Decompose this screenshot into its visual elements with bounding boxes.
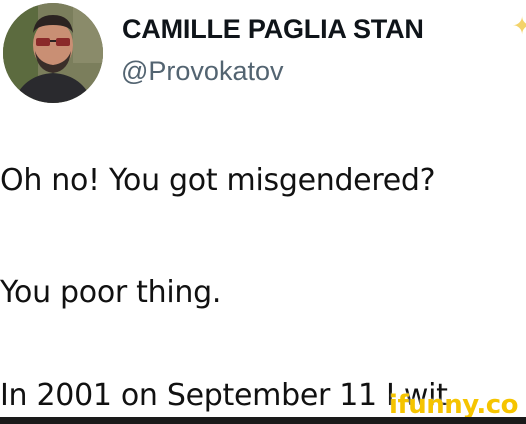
tweet-text-line: You poor thing. [0, 275, 222, 310]
sparkle-icon: ✦ [512, 12, 526, 40]
user-handle[interactable]: @Provokatov [121, 56, 283, 87]
tweet-card: CAMILLE PAGLIA STAN ✦ @Provokatov Oh no!… [0, 0, 526, 424]
avatar-photo-icon [3, 3, 103, 103]
bottom-bar [0, 417, 526, 424]
tweet-header: CAMILLE PAGLIA STAN ✦ @Provokatov [0, 0, 526, 110]
display-name[interactable]: CAMILLE PAGLIA STAN [122, 14, 424, 45]
tweet-text-line: In 2001 on September 11 I wit [0, 378, 448, 413]
ifunny-watermark: ifunny.co [389, 390, 518, 420]
avatar[interactable] [3, 3, 103, 103]
tweet-text-line: Oh no! You got misgendered? [0, 163, 436, 198]
